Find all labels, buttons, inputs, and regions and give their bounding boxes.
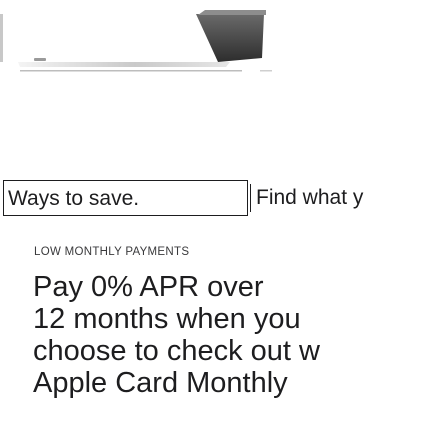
tab-ways-to-save[interactable]: Ways to save. (3, 180, 248, 216)
tab-divider (250, 184, 251, 212)
tab-label: Find what y (256, 186, 364, 209)
laptop-product-icon (0, 10, 272, 72)
headline-line: choose to check out w (33, 335, 320, 367)
tab-row: Ways to save. Find what y (0, 180, 448, 218)
headline: Pay 0% APR over 12 months when you choos… (33, 271, 448, 399)
eyebrow-label: LOW MONTHLY PAYMENTS (34, 246, 190, 258)
tab-label: Ways to save. (8, 187, 140, 210)
headline-line: 12 months when you (33, 303, 301, 335)
page: Ways to save. Find what y LOW MONTHLY PA… (0, 0, 448, 448)
tab-find-what-you-need[interactable]: Find what y (256, 180, 363, 216)
product-image (0, 0, 300, 118)
headline-line: Apple Card Monthly (33, 367, 288, 399)
headline-line: Pay 0% APR over (33, 271, 264, 303)
